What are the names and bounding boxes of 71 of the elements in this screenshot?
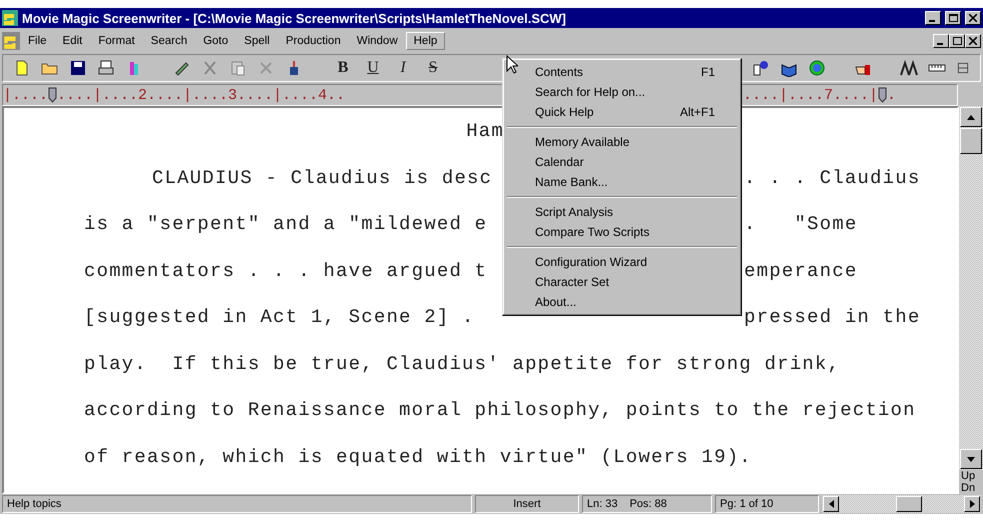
save-icon[interactable]	[69, 59, 87, 77]
restore-button[interactable]	[945, 11, 961, 25]
ruler-scale: ....|....2....|....3....|....4..	[57, 86, 346, 104]
menu-item[interactable]: Search for Help on...	[505, 82, 739, 102]
menu-item[interactable]: Script Analysis	[505, 202, 739, 222]
restore-icon	[952, 37, 962, 45]
mouse-cursor-icon	[506, 55, 518, 74]
document-text: according to Renaissance moral philosophy, points to the rejection	[83, 399, 916, 421]
close-button[interactable]	[965, 11, 981, 25]
print-icon[interactable]	[97, 59, 115, 77]
right-arrow-icon	[970, 500, 974, 508]
format-button[interactable]: U	[363, 58, 383, 78]
document-text: Ham	[466, 120, 504, 142]
ruler-scale: |....	[3, 86, 48, 104]
close-button[interactable]	[965, 34, 981, 48]
up-arrow-icon	[967, 114, 975, 120]
restore-icon	[948, 14, 958, 22]
horizontal-scrollbar[interactable]	[822, 495, 981, 513]
scroll-thumb[interactable]	[960, 128, 982, 154]
page-up-button[interactable]: Up	[959, 470, 983, 482]
left-arrow-icon	[828, 500, 834, 508]
globe-icon[interactable]	[808, 59, 826, 77]
document-logo-icon[interactable]	[2, 32, 20, 50]
scroll-down-button[interactable]	[960, 449, 982, 469]
menu-item[interactable]: About...	[505, 292, 739, 312]
vertical-scrollbar[interactable]: Up Dn	[959, 106, 983, 494]
status-message: Help topics	[2, 495, 472, 513]
menu-item[interactable]: Help	[406, 32, 446, 50]
page-down-button[interactable]: Dn	[959, 482, 983, 494]
tab-marker-icon[interactable]	[878, 87, 888, 103]
format-button[interactable]: B	[333, 58, 353, 78]
document-text: [suggested in Act 1, Scene 2] .	[84, 306, 475, 328]
restore-button[interactable]	[949, 34, 965, 48]
ruler-scale: .	[887, 86, 896, 104]
document-text: of reason, which is equated with virtue" (Lowers 19).	[83, 446, 752, 468]
tab-marker-icon[interactable]	[48, 87, 58, 103]
document-text: . "Some	[744, 213, 858, 235]
window-title: Movie Magic Screenwriter - [C:\Movie Magic Screenwriter\Scripts\HamletTheNovel.SCW]	[22, 10, 567, 26]
document-text: CLAUDIUS - Claudius is desc	[152, 166, 492, 188]
ruler-scale: ....|....7....|	[743, 86, 878, 104]
app-logo-icon	[2, 10, 18, 26]
menu-item[interactable]: Contents F1	[505, 62, 739, 82]
menu-item[interactable]: Compare Two Scripts	[505, 222, 739, 242]
scroll-left-button[interactable]	[823, 496, 839, 512]
menu-item[interactable]: Character Set	[505, 272, 739, 292]
insert-mode-indicator: Insert	[475, 495, 579, 513]
menu-item[interactable]: Name Bank...	[505, 172, 739, 192]
menu-item[interactable]: Quick Help Alt+F1	[505, 102, 739, 122]
document-text: play. If this be true, Claudius' appetite for strong drink,	[83, 352, 840, 374]
format-button[interactable]: S	[423, 58, 443, 78]
down-arrow-icon	[967, 456, 975, 462]
minimize-button[interactable]	[933, 34, 949, 48]
scroll-right-button[interactable]	[964, 496, 980, 512]
document-text: . . . Claudius	[744, 166, 920, 188]
document-text: is a "serpent" and a "mildewed e	[84, 213, 488, 235]
format-button[interactable]: I	[393, 58, 413, 78]
close-icon	[969, 14, 977, 22]
scroll-thumb[interactable]	[896, 496, 922, 512]
position-number: Pos: 88	[630, 498, 667, 510]
document-text: pressed in the	[744, 306, 920, 328]
document-text: commentators . . . have argued t	[84, 260, 488, 282]
paste-icon[interactable]	[229, 59, 247, 77]
page-indicator: Pg: 1 of 10	[715, 495, 819, 513]
menu-item[interactable]: Memory Available	[505, 132, 739, 152]
menu-item[interactable]: Calendar	[505, 152, 739, 172]
close-icon	[969, 37, 977, 45]
document-text: emperance	[744, 260, 858, 282]
menu-item[interactable]: Configuration Wizard	[505, 252, 739, 272]
minimize-button[interactable]	[925, 11, 941, 25]
scroll-up-button[interactable]	[960, 107, 982, 127]
line-number: Ln: 33	[587, 498, 618, 510]
